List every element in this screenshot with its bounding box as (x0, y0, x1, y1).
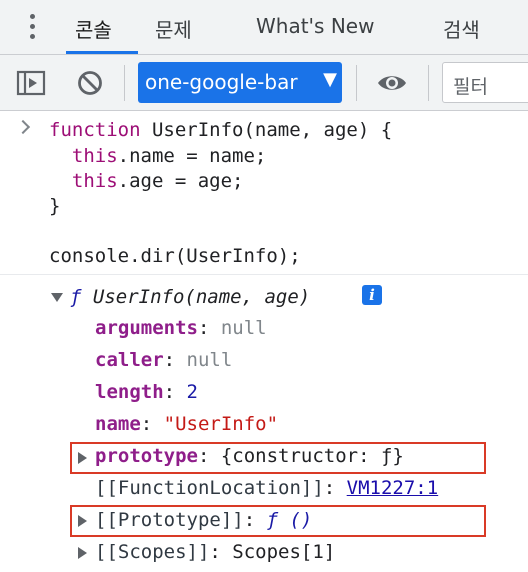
property-row-scopes[interactable]: [[Scopes]]: Scopes[1] (95, 540, 335, 564)
collapse-triangle-icon[interactable] (51, 293, 63, 302)
live-expression-eye-icon[interactable] (376, 68, 406, 98)
property-row-prototype[interactable]: prototype: {constructor: ƒ} (95, 444, 404, 468)
more-vertical-icon[interactable] (30, 14, 36, 42)
code-line: this.name = name; (71, 145, 267, 167)
toolbar-divider (356, 65, 357, 101)
tab-search[interactable]: 검색 (443, 14, 480, 43)
info-icon[interactable]: i (362, 285, 382, 305)
property-row-internal-prototype[interactable]: [[Prototype]]: ƒ () (95, 508, 312, 532)
console-output: function UserInfo(name, age) { this.name… (0, 111, 528, 572)
console-message-divider (0, 274, 528, 275)
filter-placeholder: 필터 (453, 76, 488, 98)
active-tab-indicator (66, 51, 138, 54)
filter-input[interactable]: 필터 (442, 62, 528, 103)
devtools-tab-bar: 콘솔 문제 What's New 검색 (0, 0, 528, 55)
context-selector[interactable]: one-google-bar ▼ (138, 62, 342, 103)
property-row: arguments: null (95, 317, 267, 339)
source-location-link[interactable]: VM1227:1 (347, 477, 439, 499)
toolbar-divider (428, 65, 429, 101)
tab-console[interactable]: 콘솔 (75, 14, 112, 43)
property-row: name: "UserInfo" (95, 413, 279, 435)
property-row: caller: null (95, 349, 233, 371)
dropdown-arrow-icon: ▼ (323, 69, 337, 90)
tab-whats-new[interactable]: What's New (256, 14, 374, 38)
expand-triangle-icon[interactable] (78, 547, 87, 559)
code-line: function UserInfo(name, age) { (49, 119, 393, 141)
input-prompt-chevron-icon (15, 119, 31, 135)
code-line: } (49, 195, 61, 217)
console-toolbar: one-google-bar ▼ 필터 (0, 55, 528, 111)
property-row: length: 2 (95, 381, 198, 403)
clear-console-icon[interactable] (75, 68, 105, 98)
object-header[interactable]: ƒ UserInfo(name, age) (70, 285, 310, 309)
toolbar-divider (124, 65, 125, 101)
expand-triangle-icon[interactable] (78, 452, 87, 464)
tab-issues[interactable]: 문제 (155, 14, 192, 43)
code-line: this.age = age; (71, 170, 244, 192)
code-line: console.dir(UserInfo); (49, 245, 301, 267)
property-row: [[FunctionLocation]]: VM1227:1 (95, 477, 439, 499)
context-selector-label: one-google-bar (145, 70, 298, 94)
expand-triangle-icon[interactable] (78, 515, 87, 527)
sidebar-toggle-icon[interactable] (16, 68, 46, 98)
